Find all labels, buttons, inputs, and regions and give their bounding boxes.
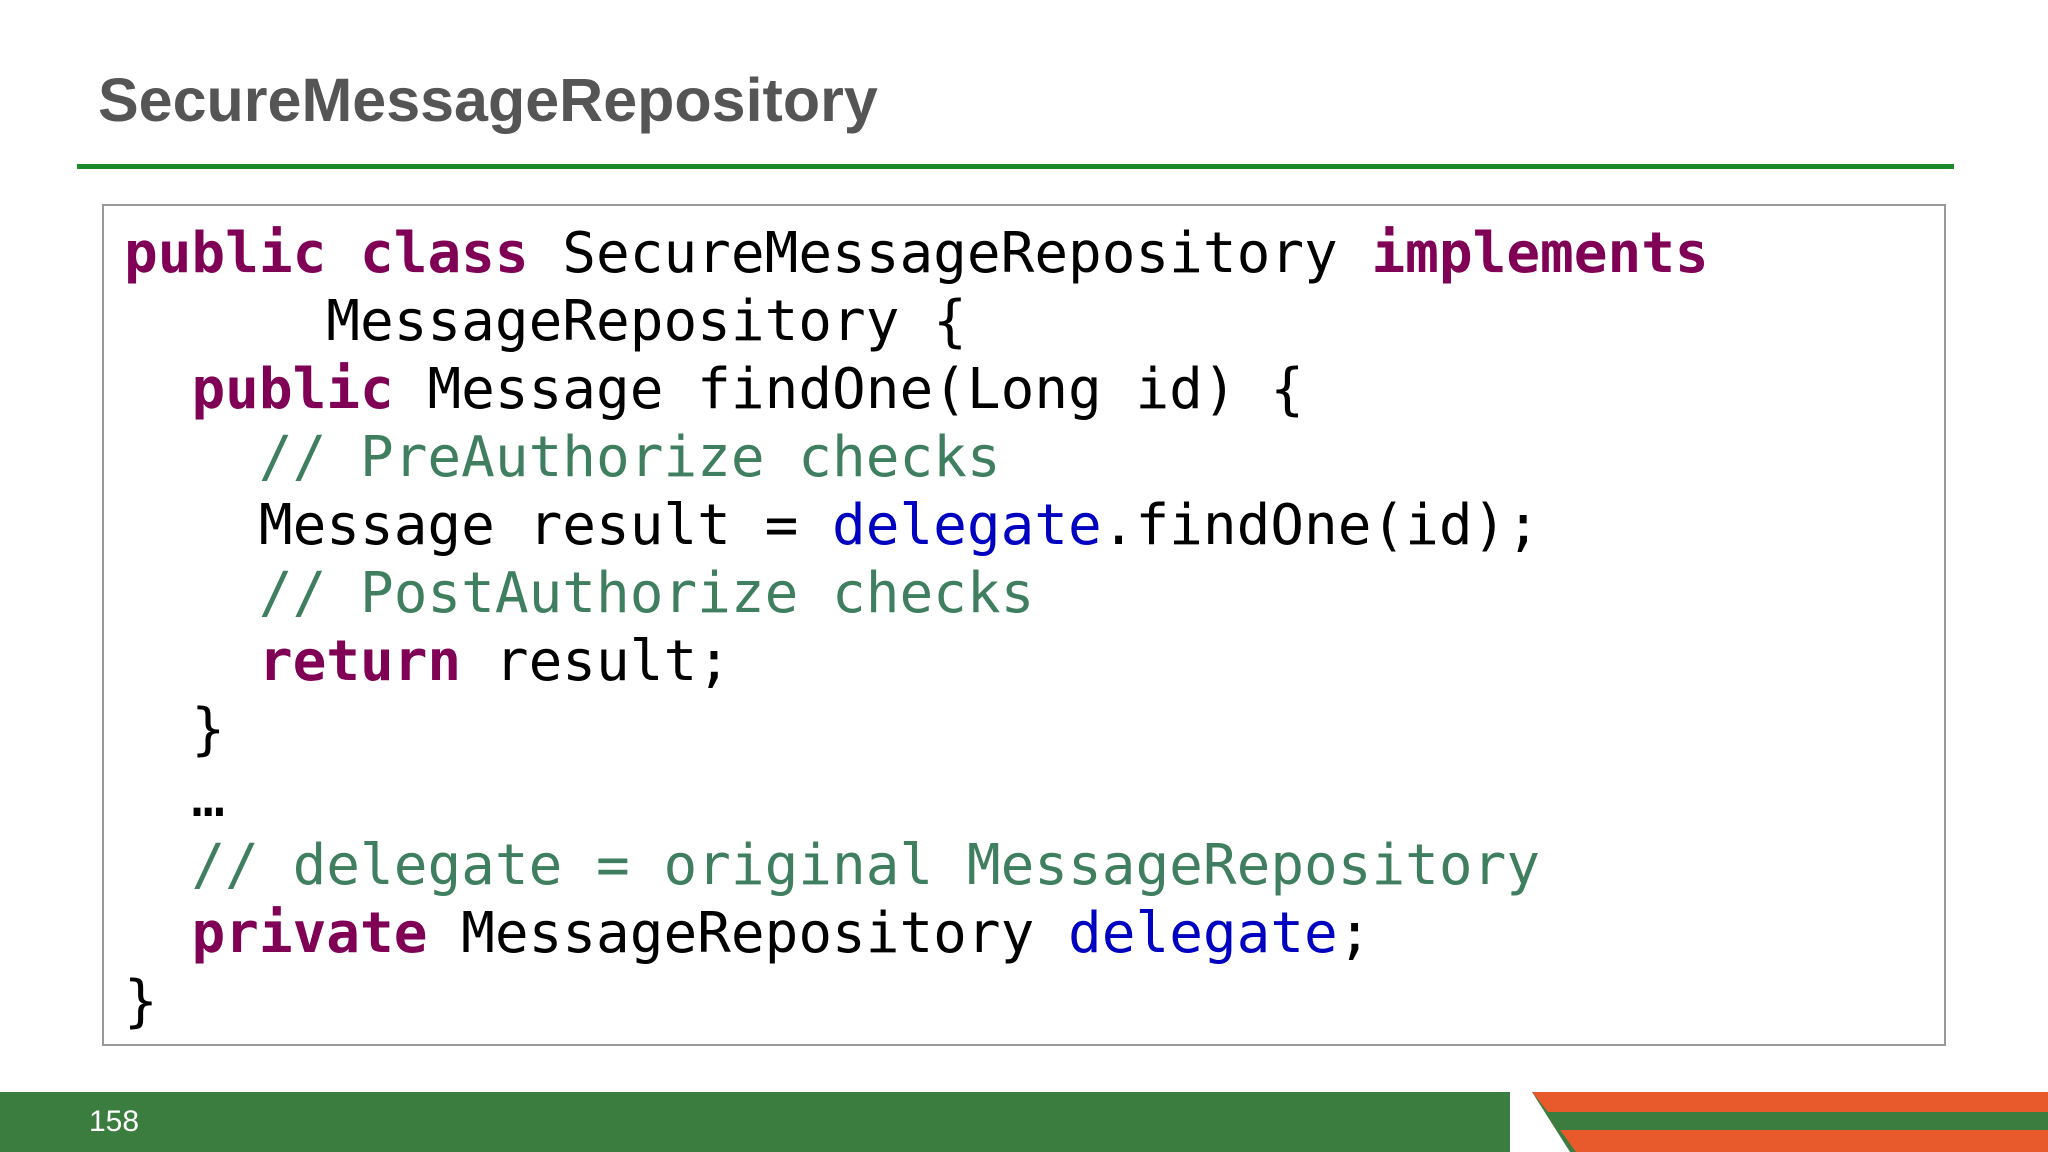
code-text: MessageRepository { xyxy=(124,289,967,354)
code-comment: // PreAuthorize checks xyxy=(258,425,1001,490)
code-text: MessageRepository xyxy=(427,901,1069,966)
code-text: } xyxy=(124,697,226,762)
code-line: public class SecureMessageRepository imp… xyxy=(124,220,1709,288)
code-keyword: public xyxy=(124,221,327,286)
code-line: private MessageRepository delegate; xyxy=(124,900,1371,968)
code-keyword: return xyxy=(258,629,462,694)
footer-orange-stripe-bottom xyxy=(1560,1130,2048,1152)
code-keyword: implements xyxy=(1371,221,1709,286)
code-text: } xyxy=(124,969,158,1034)
slide-title: SecureMessageRepository xyxy=(98,66,878,134)
code-line: … xyxy=(124,764,225,832)
code-field: delegate xyxy=(1068,901,1338,966)
code-keyword: private xyxy=(191,901,428,966)
page-number: 158 xyxy=(89,1105,140,1138)
footer-orange-stripe-top xyxy=(1532,1092,2048,1112)
code-text: … xyxy=(124,765,226,830)
code-comment: // delegate = original MessageRepository xyxy=(191,833,1541,898)
code-text: Message findOne(Long id) { xyxy=(393,357,1305,422)
code-line: } xyxy=(124,968,158,1036)
code-line: } xyxy=(124,696,225,764)
code-line: // PostAuthorize checks xyxy=(124,560,1034,628)
code-keyword: class xyxy=(360,221,529,286)
footer-decoration xyxy=(1510,1092,2048,1152)
code-text: .findOne(id); xyxy=(1101,493,1541,558)
code-keyword: public xyxy=(191,357,394,422)
title-divider xyxy=(77,164,1954,169)
code-text: ; xyxy=(1337,901,1372,966)
code-text: Message result = xyxy=(124,493,833,558)
code-line: return result; xyxy=(124,628,731,696)
code-field: delegate xyxy=(832,493,1102,558)
code-text: result; xyxy=(461,629,731,694)
code-block: public class SecureMessageRepository imp… xyxy=(102,204,1946,1046)
code-line: // PreAuthorize checks xyxy=(124,424,1001,492)
code-line: MessageRepository { xyxy=(124,288,967,356)
code-line: Message result = delegate.findOne(id); xyxy=(124,492,1540,560)
code-line: // delegate = original MessageRepository xyxy=(124,832,1540,900)
code-line: public Message findOne(Long id) { xyxy=(124,356,1304,424)
code-text: SecureMessageRepository xyxy=(528,221,1372,286)
code-comment: // PostAuthorize checks xyxy=(258,561,1035,626)
